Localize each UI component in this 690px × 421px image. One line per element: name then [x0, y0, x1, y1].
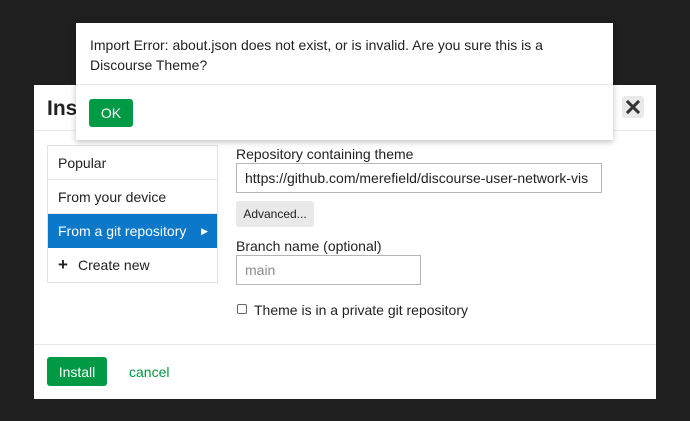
- nav-item-label: From a git repository: [58, 223, 187, 239]
- private-repo-label: Theme is in a private git repository: [254, 302, 468, 318]
- repo-url-input[interactable]: [236, 163, 602, 193]
- import-error-dialog: Import Error: about.json does not exist,…: [76, 23, 613, 140]
- nav-item-label: Create new: [78, 257, 150, 273]
- nav-item-label: Popular: [58, 155, 107, 171]
- nav-item-popular[interactable]: Popular: [48, 146, 217, 180]
- nav-item-label: From your device: [58, 189, 167, 205]
- nav-item-from-device[interactable]: From your device: [48, 180, 217, 214]
- nav-item-create-new[interactable]: + Create new: [48, 248, 217, 282]
- ok-button[interactable]: OK: [89, 99, 133, 127]
- caret-right-icon: ▶: [201, 226, 208, 236]
- cancel-link[interactable]: cancel: [129, 364, 169, 380]
- branch-input[interactable]: [236, 255, 421, 285]
- error-message: Import Error: about.json does not exist,…: [90, 37, 543, 73]
- nav-item-from-git[interactable]: From a git repository ▶: [48, 214, 217, 248]
- close-button[interactable]: [622, 96, 644, 118]
- branch-label: Branch name (optional): [236, 238, 382, 254]
- advanced-button[interactable]: Advanced...: [236, 201, 314, 227]
- private-repo-checkbox[interactable]: [237, 304, 247, 314]
- install-source-nav: Popular From your device From a git repo…: [47, 145, 218, 283]
- close-icon: [626, 100, 640, 114]
- plus-icon: +: [58, 255, 68, 274]
- install-button[interactable]: Install: [47, 357, 107, 386]
- repo-label: Repository containing theme: [236, 146, 414, 162]
- dialog-divider: [76, 84, 613, 85]
- footer-divider: [34, 344, 656, 345]
- modal-title: Ins: [47, 97, 78, 120]
